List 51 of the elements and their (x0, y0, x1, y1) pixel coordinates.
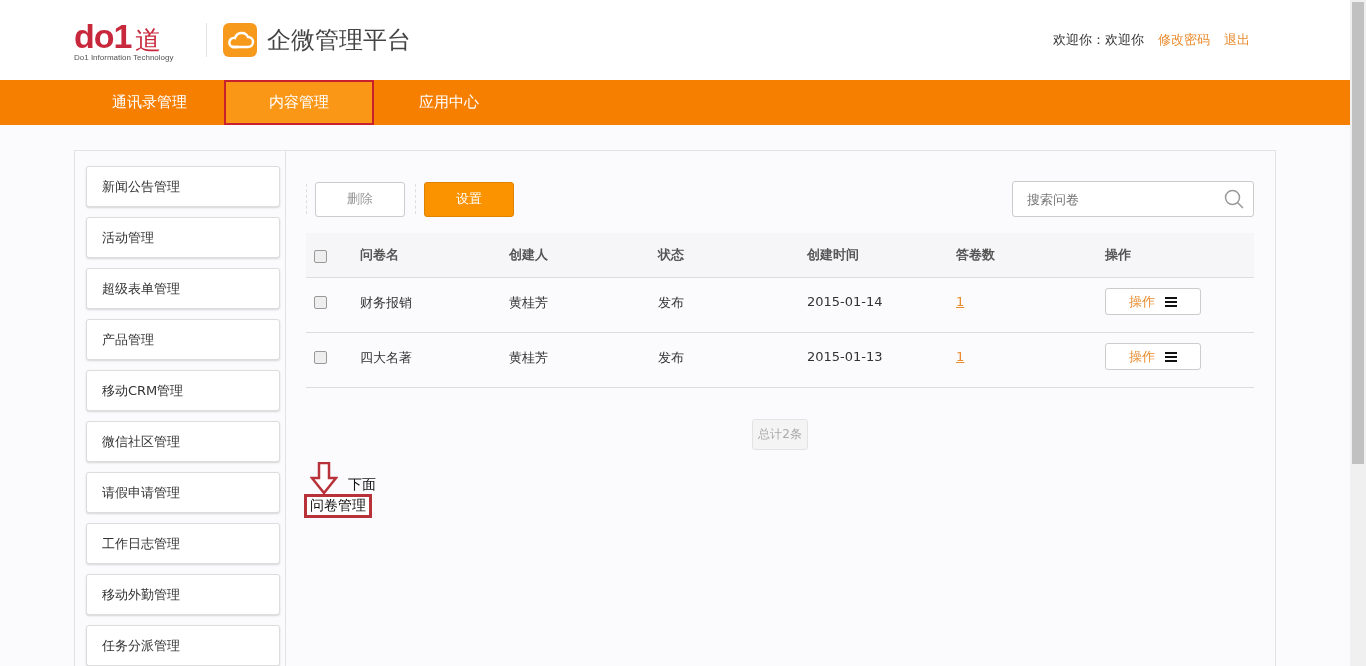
action-button[interactable]: 操作 (1105, 343, 1201, 370)
menu-icon (1165, 351, 1177, 362)
column-header: 状态 (658, 246, 685, 264)
sidebar-item[interactable]: 工作日志管理 (86, 523, 280, 564)
column-header: 创建人 (509, 246, 549, 264)
sidebar-item[interactable]: 产品管理 (86, 319, 280, 360)
annotation-box: 问卷管理 (304, 494, 372, 518)
checkbox[interactable] (314, 296, 327, 309)
sidebar-item[interactable]: 请假申请管理 (86, 472, 280, 513)
sidebar-item[interactable]: 超级表单管理 (86, 268, 280, 309)
nav-tab[interactable]: 通讯录管理 (74, 80, 224, 125)
nav-tab[interactable]: 内容管理 (224, 80, 374, 125)
company-logo: do1道 Do1 Information Technology (74, 18, 175, 62)
action-button[interactable]: 操作 (1105, 288, 1201, 315)
column-header: 创建时间 (807, 246, 860, 264)
answer-count-link[interactable]: 1 (956, 294, 965, 309)
settings-button[interactable]: 设置 (424, 181, 514, 217)
search-field[interactable]: 搜索问卷 (1012, 181, 1254, 217)
sidebar-item[interactable]: 新闻公告管理 (86, 166, 280, 207)
sidebar-item[interactable]: 任务分派管理 (86, 625, 280, 666)
nav-tab[interactable]: 应用中心 (374, 80, 524, 125)
sidebar-item[interactable]: 移动CRM管理 (86, 370, 280, 411)
header-link[interactable]: 修改密码 (1158, 31, 1210, 49)
table-cell-text: 发布 (658, 349, 685, 367)
checkbox[interactable] (314, 249, 327, 263)
table-cell-text: 2015-01-13 (807, 348, 884, 364)
table-cell-text: 四大名著 (360, 349, 413, 367)
sidebar-item[interactable]: 微信社区管理 (86, 421, 280, 462)
answer-count-link[interactable]: 1 (956, 349, 965, 364)
cloud-icon (223, 23, 257, 57)
welcome-text: 欢迎你：欢迎你 (1053, 31, 1144, 49)
total-count: 总计2条 (752, 419, 808, 450)
header-link[interactable]: 退出 (1224, 31, 1250, 49)
column-header: 答卷数 (956, 246, 996, 264)
annotation-text: 下面 (348, 476, 376, 494)
table-cell-text: 黄桂芳 (509, 294, 549, 312)
down-arrow-icon (310, 462, 338, 494)
table-cell-text: 2015-01-14 (807, 293, 884, 309)
column-header: 问卷名 (360, 246, 400, 264)
checkbox[interactable] (314, 351, 327, 364)
table-cell-text: 财务报销 (360, 294, 413, 312)
sidebar-item[interactable]: 移动外勤管理 (86, 574, 280, 615)
scrollbar[interactable] (1350, 0, 1366, 666)
sidebar-item[interactable]: 活动管理 (86, 217, 280, 258)
column-header: 操作 (1105, 246, 1132, 264)
table-cell-text: 发布 (658, 294, 685, 312)
search-icon (1224, 189, 1244, 209)
table-cell-text: 黄桂芳 (509, 349, 549, 367)
menu-icon (1165, 296, 1177, 307)
app-title: 企微管理平台 (267, 25, 411, 56)
delete-button[interactable]: 删除 (315, 181, 405, 217)
